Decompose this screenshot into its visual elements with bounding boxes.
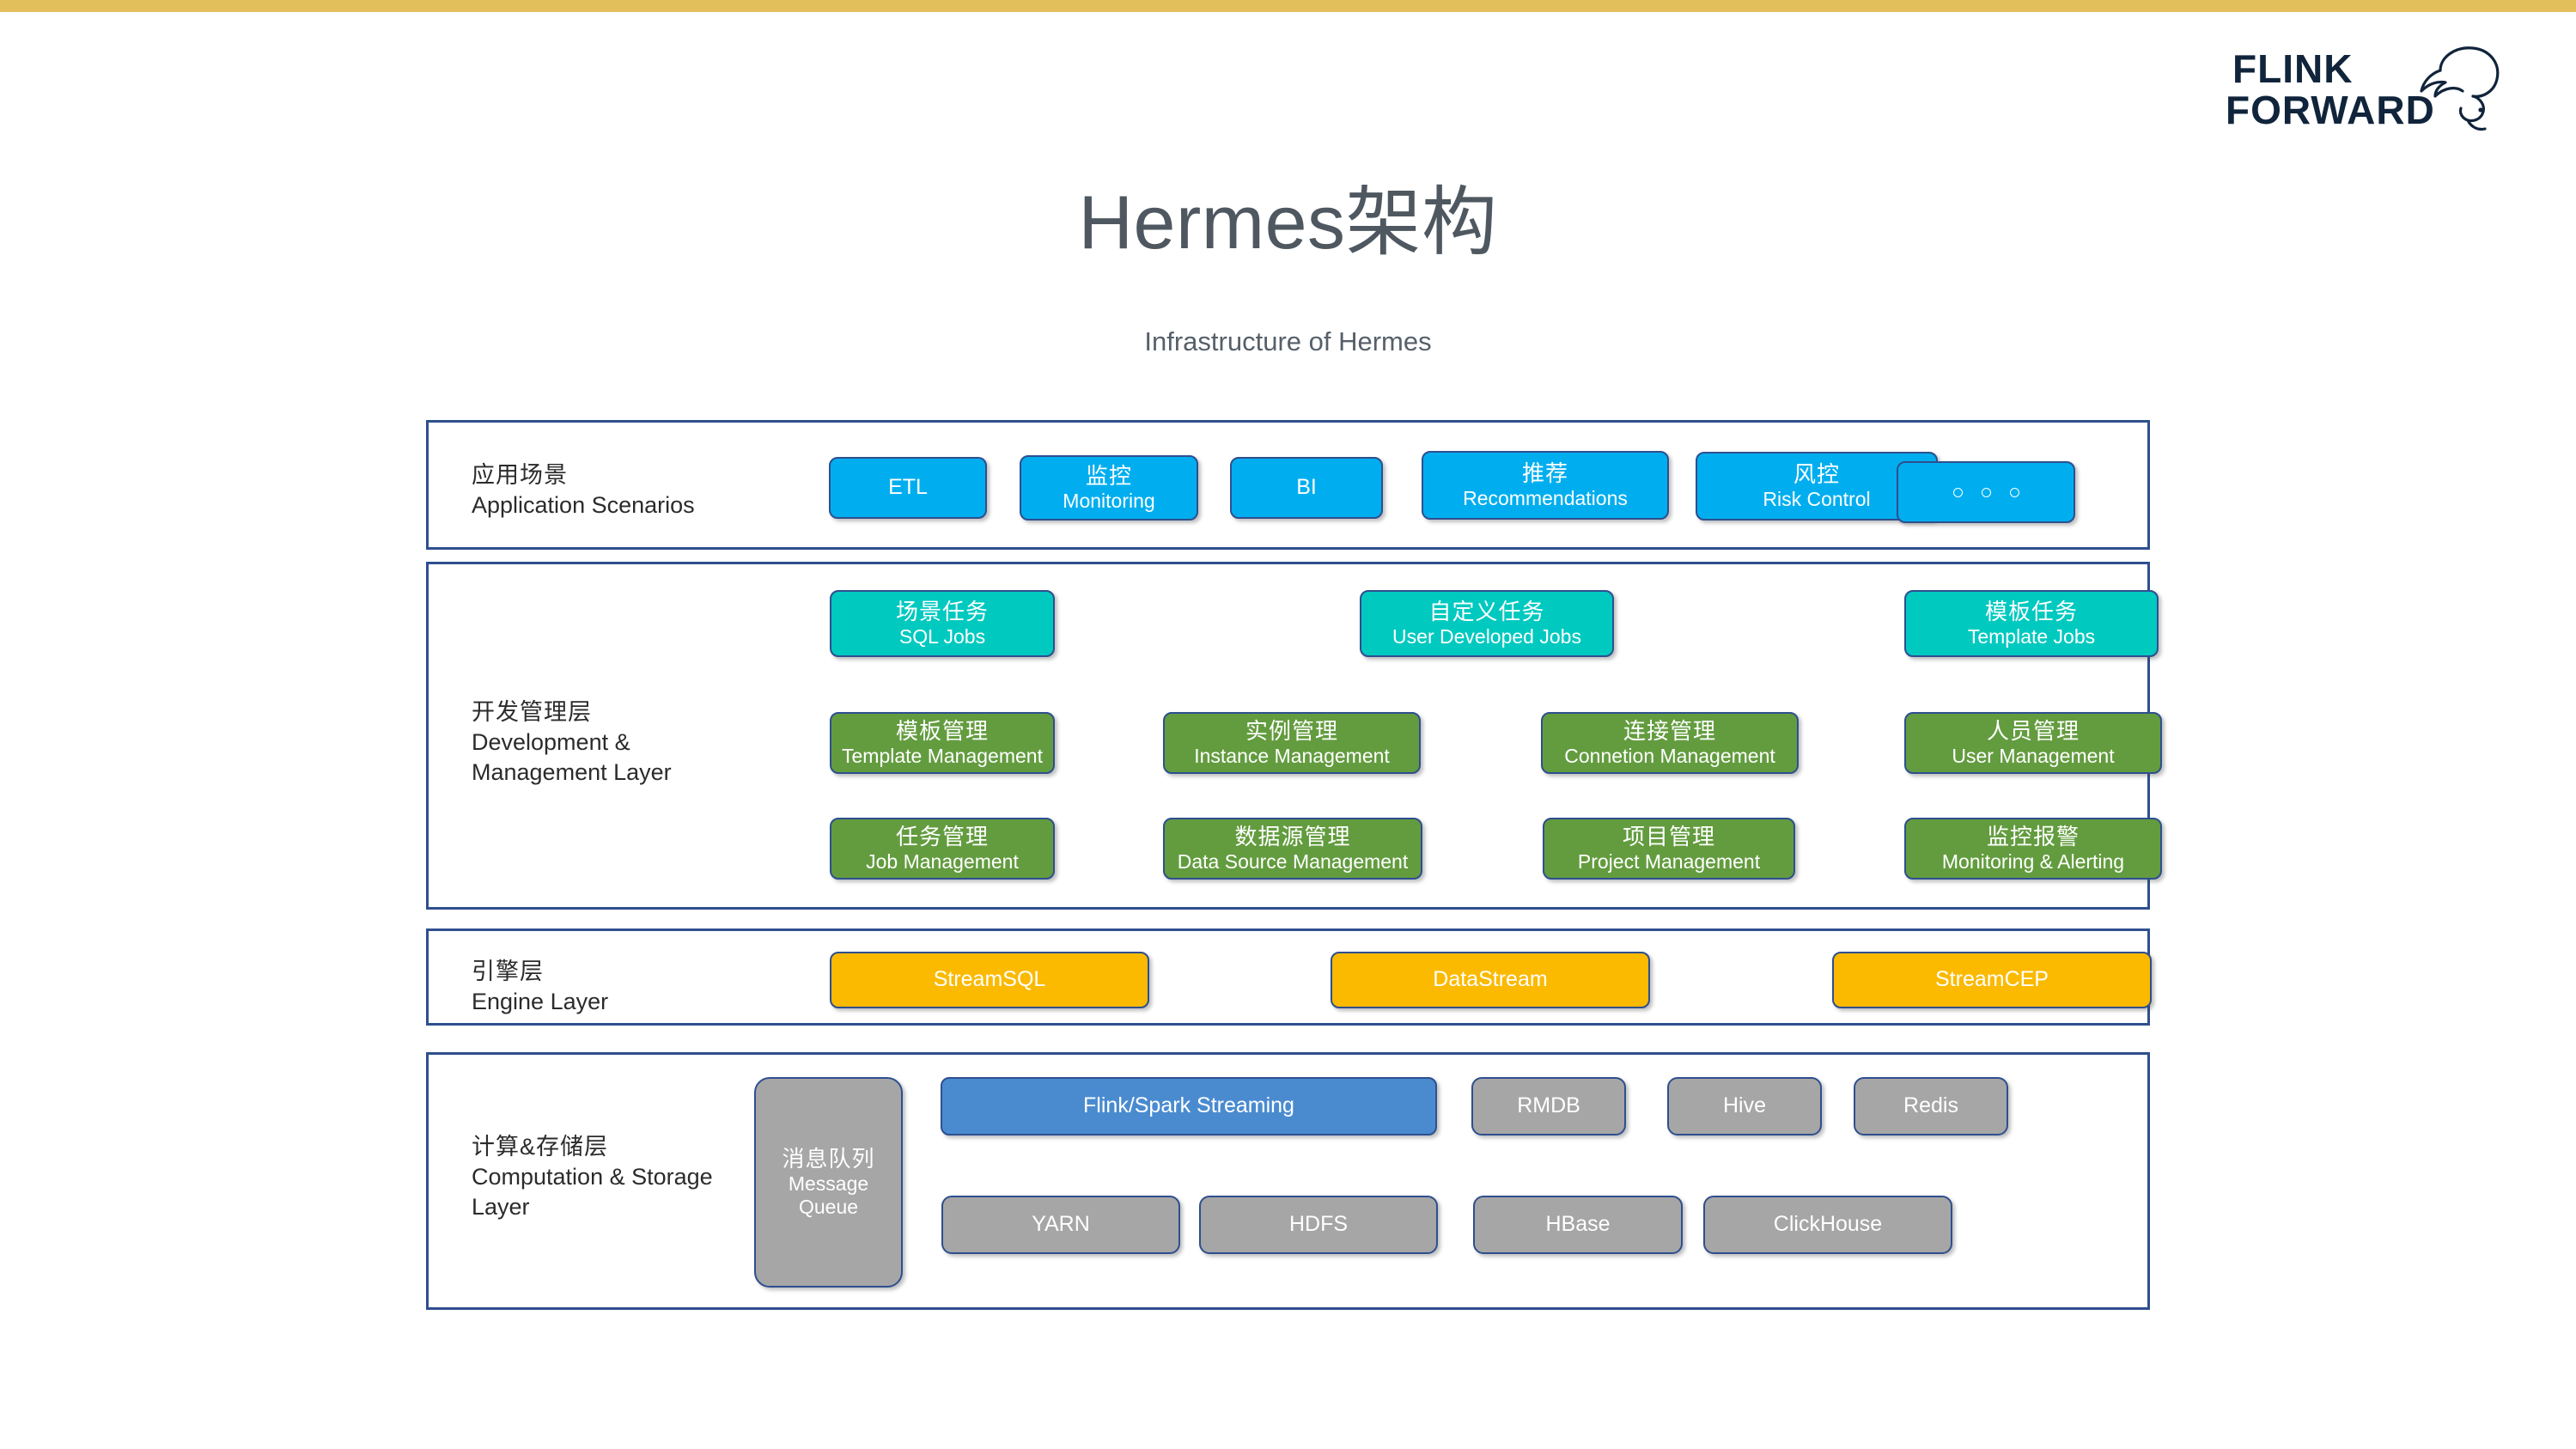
- node-label-en: User Management: [1952, 744, 2115, 767]
- node-user-management[interactable]: 人员管理 User Management: [1904, 712, 2162, 774]
- node-label-en: Recommendations: [1463, 486, 1628, 509]
- node-project-management[interactable]: 项目管理 Project Management: [1543, 818, 1795, 880]
- node-label-en: Monitoring & Alerting: [1941, 849, 2125, 873]
- node-label-en: Hive: [1722, 1093, 1766, 1118]
- ellipsis-icon: [1952, 487, 2019, 497]
- logo-line2: FORWARD: [2226, 88, 2435, 132]
- node-label-en: ClickHouse: [1773, 1212, 1883, 1237]
- node-label-en2: Queue: [798, 1195, 859, 1218]
- layer-label-engine: 引擎层 Engine Layer: [472, 957, 608, 1017]
- node-label-zh: 场景任务: [895, 599, 989, 625]
- node-label-zh: 模板任务: [1984, 599, 2078, 625]
- node-label-en: SQL Jobs: [898, 624, 986, 648]
- node-label-en: ETL: [888, 475, 928, 500]
- page-subtitle: Infrastructure of Hermes: [1144, 326, 1432, 356]
- node-label-en: RMDB: [1517, 1093, 1580, 1118]
- node-label-en: StreamSQL: [933, 967, 1046, 992]
- layer-label-en2: Management Layer: [472, 759, 672, 786]
- layer-label-en: Engine Layer: [472, 989, 609, 1015]
- layer-label-application: 应用场景 Application Scenarios: [472, 460, 695, 521]
- node-label-en: Monitoring: [1063, 489, 1155, 512]
- page-title: Hermes架构: [1078, 180, 1498, 265]
- node-label-zh: 模板管理: [895, 718, 989, 745]
- flink-forward-logo: FLINK FORWARD: [2226, 38, 2535, 141]
- layer-development-management: 开发管理层 Development & Management Layer 场景任…: [426, 562, 2162, 910]
- node-data-source-management[interactable]: 数据源管理 Data Source Management: [1163, 818, 1422, 880]
- node-label-zh: 实例管理: [1245, 718, 1338, 745]
- node-label-en: BI: [1296, 475, 1317, 500]
- node-clickhouse[interactable]: ClickHouse: [1703, 1196, 1952, 1254]
- node-connetion-management[interactable]: 连接管理 Connetion Management: [1541, 712, 1799, 774]
- node-label-zh: 消息队列: [782, 1146, 875, 1172]
- node-label-en: Flink/Spark Streaming: [1083, 1093, 1294, 1118]
- node-label-en: Data Source Management: [1177, 849, 1409, 873]
- node-label-en: YARN: [1032, 1212, 1090, 1237]
- node-hdfs[interactable]: HDFS: [1199, 1196, 1438, 1254]
- node-label-zh: 项目管理: [1622, 824, 1715, 850]
- node-job-management[interactable]: 任务管理 Job Management: [830, 818, 1055, 880]
- node-template-management[interactable]: 模板管理 Template Management: [830, 712, 1055, 774]
- node-datastream[interactable]: DataStream: [1331, 952, 1650, 1008]
- node-monitoring-alerting[interactable]: 监控报警 Monitoring & Alerting: [1904, 818, 2162, 880]
- layer-label-development: 开发管理层 Development & Management Layer: [472, 697, 672, 788]
- node-label-zh: 数据源管理: [1234, 824, 1351, 850]
- node-label-zh: 推荐: [1521, 460, 1568, 487]
- layer-label-zh: 计算&存储层: [472, 1134, 609, 1160]
- node-label-zh: 风控: [1793, 461, 1840, 488]
- node-recommendations[interactable]: 推荐 Recommendations: [1422, 451, 1669, 520]
- node-label-en: Job Management: [866, 849, 1019, 873]
- layer-computation-storage: 计算&存储层 Computation & Storage Layer 消息队列 …: [426, 1052, 2150, 1310]
- node-etl[interactable]: ETL: [829, 457, 987, 519]
- layer-label-zh: 开发管理层: [472, 699, 592, 725]
- logo-line1: FLINK: [2232, 46, 2353, 91]
- node-rmdb[interactable]: RMDB: [1471, 1077, 1626, 1135]
- top-accent-bar: [0, 0, 2576, 12]
- node-label-en: Instance Management: [1194, 744, 1390, 767]
- node-hive[interactable]: Hive: [1667, 1077, 1822, 1135]
- node-label-en: HBase: [1545, 1212, 1611, 1237]
- node-label-en: StreamCEP: [1935, 967, 2049, 992]
- node-label-en: Template Jobs: [1967, 624, 2096, 648]
- node-yarn[interactable]: YARN: [941, 1196, 1180, 1254]
- node-label-zh: 人员管理: [1986, 718, 2080, 745]
- node-label-en: Template Management: [842, 744, 1043, 767]
- layer-label-zh: 引擎层: [472, 959, 544, 984]
- node-template-jobs[interactable]: 模板任务 Template Jobs: [1904, 590, 2159, 657]
- node-label-zh: 自定义任务: [1428, 599, 1545, 625]
- node-redis[interactable]: Redis: [1854, 1077, 2008, 1135]
- node-user-developed-jobs[interactable]: 自定义任务 User Developed Jobs: [1360, 590, 1614, 657]
- layer-label-en: Application Scenarios: [472, 492, 695, 519]
- layer-application-scenarios: 应用场景 Application Scenarios ETL 监控 Monito…: [426, 420, 2150, 550]
- layer-label-en2: Layer: [472, 1194, 530, 1221]
- node-monitoring[interactable]: 监控 Monitoring: [1020, 455, 1198, 521]
- node-label-zh: 监控: [1085, 463, 1132, 490]
- node-label-en: Connetion Management: [1564, 744, 1775, 767]
- layer-label-zh: 应用场景: [472, 462, 568, 488]
- layer-label-en: Development &: [472, 729, 630, 756]
- node-label-en1: Message: [788, 1172, 869, 1195]
- node-instance-management[interactable]: 实例管理 Instance Management: [1163, 712, 1421, 774]
- node-label-en: Risk Control: [1763, 487, 1871, 510]
- node-label-en: HDFS: [1288, 1212, 1349, 1237]
- node-label-en: User Developed Jobs: [1392, 624, 1581, 648]
- node-flink-spark-streaming[interactable]: Flink/Spark Streaming: [941, 1077, 1437, 1135]
- node-label-en: DataStream: [1433, 967, 1548, 992]
- node-label-zh: 连接管理: [1623, 718, 1716, 745]
- node-label-zh: 任务管理: [895, 824, 989, 850]
- node-streamcep[interactable]: StreamCEP: [1832, 952, 2152, 1008]
- layer-label-en: Computation & Storage: [472, 1164, 713, 1190]
- node-label-en: Project Management: [1577, 849, 1761, 873]
- node-label-en: Redis: [1903, 1093, 1958, 1118]
- layer-engine: 引擎层 Engine Layer StreamSQL DataStream St…: [426, 928, 2152, 1026]
- layer-label-storage: 计算&存储层 Computation & Storage Layer: [472, 1132, 713, 1222]
- node-message-queue[interactable]: 消息队列 Message Queue: [754, 1077, 903, 1288]
- node-streamsql[interactable]: StreamSQL: [830, 952, 1149, 1008]
- node-more-scenarios[interactable]: [1897, 461, 2075, 523]
- node-bi[interactable]: BI: [1230, 457, 1383, 519]
- node-label-zh: 监控报警: [1986, 824, 2080, 850]
- node-sql-jobs[interactable]: 场景任务 SQL Jobs: [830, 590, 1055, 657]
- node-hbase[interactable]: HBase: [1473, 1196, 1683, 1254]
